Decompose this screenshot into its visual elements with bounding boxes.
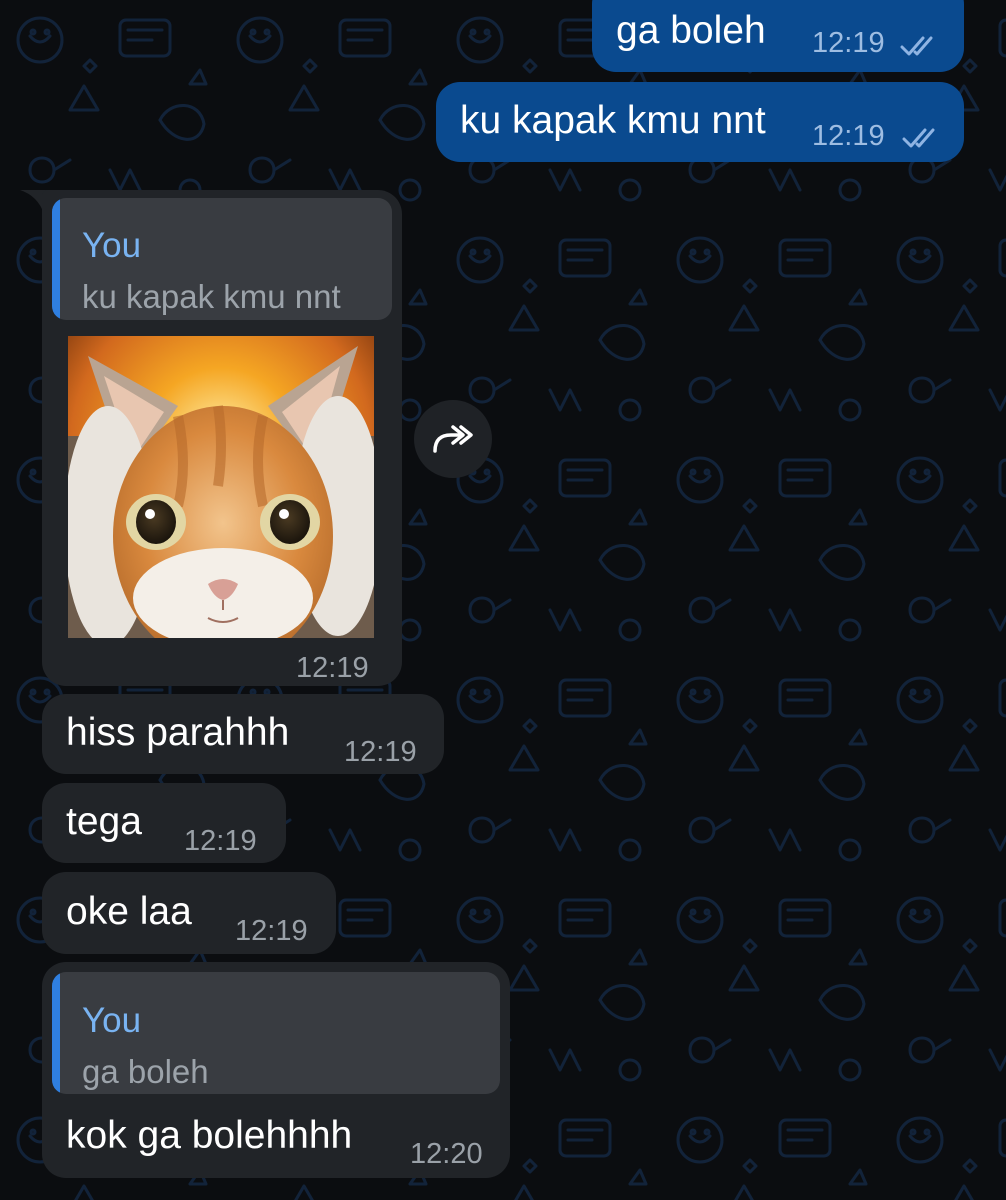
reply-author: You <box>82 226 142 265</box>
incoming-message[interactable]: tega 12:19 <box>42 783 286 863</box>
reply-quote[interactable]: You ku kapak kmu nnt <box>52 198 392 320</box>
reply-text: ga boleh <box>82 1053 209 1090</box>
reply-text: ku kapak kmu nnt <box>82 278 341 315</box>
message-text: kok ga bolehhhh <box>66 1114 353 1157</box>
double-check-icon <box>902 128 935 148</box>
message-text: ga boleh <box>616 9 766 52</box>
message-time: 12:19 <box>812 120 885 152</box>
outgoing-message[interactable]: ga boleh 12:19 <box>592 0 964 72</box>
message-text: ku kapak kmu nnt <box>460 99 766 142</box>
cat-sticker[interactable] <box>68 336 374 638</box>
message-time: 12:19 <box>344 736 417 768</box>
forward-icon <box>433 425 473 453</box>
incoming-sticker-message[interactable]: You ku kapak kmu nnt 12:19 <box>42 190 402 686</box>
message-time: 12:20 <box>410 1138 483 1170</box>
double-check-icon <box>900 36 933 56</box>
message-time: 12:19 <box>812 27 885 59</box>
incoming-message[interactable]: hiss parahhh 12:19 <box>42 694 444 774</box>
reply-quote[interactable]: You ga boleh <box>52 972 500 1094</box>
forward-button[interactable] <box>414 400 492 478</box>
incoming-message[interactable]: oke laa 12:19 <box>42 872 336 954</box>
outgoing-message[interactable]: ku kapak kmu nnt 12:19 <box>436 82 964 162</box>
message-time: 12:19 <box>184 825 257 857</box>
reply-author: You <box>82 1001 142 1040</box>
message-text: hiss parahhh <box>66 711 290 754</box>
reply-accent-bar <box>52 198 60 320</box>
message-text: tega <box>66 800 142 843</box>
message-time: 12:19 <box>235 915 308 947</box>
message-text: oke laa <box>66 890 192 933</box>
reply-accent-bar <box>52 972 60 1094</box>
message-time: 12:19 <box>296 652 369 684</box>
incoming-reply-message[interactable]: You ga boleh kok ga bolehhhh 12:20 <box>42 962 510 1178</box>
